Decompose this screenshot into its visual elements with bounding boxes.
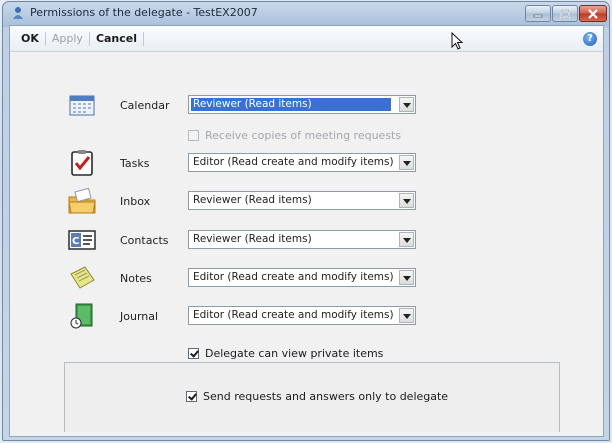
meeting-copies-checkbox[interactable] [188, 129, 199, 141]
permission-row-journal: Journal Editor (Read create and modify i… [10, 302, 603, 332]
chevron-down-icon[interactable] [399, 270, 414, 285]
help-icon[interactable]: ? [583, 32, 597, 46]
notes-icon [70, 266, 95, 289]
minimize-button[interactable] [525, 5, 551, 22]
notes-permission-value: Editor (Read create and modify items) [193, 271, 394, 283]
private-items-checkbox[interactable] [188, 347, 199, 359]
toolbar-separator [143, 31, 145, 46]
tasks-permission-select[interactable]: Editor (Read create and modify items) [188, 153, 416, 172]
contacts-permission-select[interactable]: Reviewer (Read items) [188, 230, 416, 249]
private-items-label: Delegate can view private items [205, 346, 384, 360]
contacts-icon: C [68, 230, 96, 250]
permissions-dialog: Permissions of the delegate - TestEX2007… [2, 1, 610, 441]
delegate-app-icon [13, 7, 23, 19]
inbox-icon [68, 187, 96, 214]
folder-label-journal: Journal [120, 310, 159, 323]
dialog-body: OK Apply Cancel ? Calendar Reviewer (Rea… [9, 25, 604, 437]
mouse-cursor-icon [451, 32, 463, 50]
journal-icon [70, 303, 93, 329]
minimize-icon [533, 14, 543, 17]
calendar-permission-select[interactable]: Reviewer (Read items) [188, 95, 416, 114]
folder-label-notes: Notes [120, 272, 152, 285]
close-button[interactable] [579, 5, 607, 22]
journal-permission-value: Editor (Read create and modify items) [193, 309, 394, 321]
maximize-button[interactable] [552, 5, 578, 22]
permission-row-calendar: Calendar Reviewer (Read items) [10, 91, 603, 121]
chevron-down-icon[interactable] [399, 308, 414, 323]
meeting-copies-option: Receive copies of meeting requests [188, 128, 401, 142]
chevron-down-icon[interactable] [399, 155, 414, 170]
send-to-delegate-label: Send requests and answers only to delega… [203, 389, 449, 403]
tasks-icon [71, 150, 93, 176]
folder-label-tasks: Tasks [120, 157, 150, 170]
send-to-delegate-option: Send requests and answers only to delega… [186, 389, 448, 403]
contacts-permission-value: Reviewer (Read items) [193, 233, 312, 245]
cancel-button[interactable]: Cancel [90, 32, 143, 45]
apply-button[interactable]: Apply [46, 32, 89, 45]
ok-button[interactable]: OK [15, 32, 45, 45]
permission-row-inbox: Inbox Reviewer (Read items) [10, 187, 603, 217]
permission-row-contacts: C Contacts Reviewer (Read items) [10, 226, 603, 256]
meeting-copies-label: Receive copies of meeting requests [205, 128, 402, 142]
tasks-permission-value: Editor (Read create and modify items) [193, 156, 394, 168]
folder-label-inbox: Inbox [120, 195, 151, 208]
private-items-option: Delegate can view private items [188, 346, 383, 360]
chevron-down-icon[interactable] [399, 193, 414, 208]
window-title: Permissions of the delegate - TestEX2007 [30, 6, 258, 19]
notes-permission-select[interactable]: Editor (Read create and modify items) [188, 268, 416, 287]
delegate-options-group: Send requests and answers only to delega… [64, 362, 560, 432]
calendar-permission-value: Reviewer (Read items) [191, 98, 391, 111]
send-to-delegate-checkbox[interactable] [186, 390, 197, 402]
folder-label-contacts: Contacts [120, 234, 169, 247]
journal-permission-select[interactable]: Editor (Read create and modify items) [188, 306, 416, 325]
calendar-icon [69, 95, 95, 116]
permission-row-notes: Notes Editor (Read create and modify ite… [10, 264, 603, 294]
dialog-toolbar: OK Apply Cancel ? [10, 26, 603, 52]
folder-label-calendar: Calendar [120, 99, 170, 112]
inbox-permission-value: Reviewer (Read items) [193, 194, 312, 206]
title-bar[interactable]: Permissions of the delegate - TestEX2007 [3, 2, 609, 24]
permission-row-tasks: Tasks Editor (Read create and modify ite… [10, 149, 603, 179]
svg-text:C: C [72, 236, 79, 247]
inbox-permission-select[interactable]: Reviewer (Read items) [188, 191, 416, 210]
chevron-down-icon[interactable] [399, 97, 414, 112]
close-icon [588, 8, 598, 19]
maximize-icon [560, 9, 570, 18]
chevron-down-icon[interactable] [399, 232, 414, 247]
